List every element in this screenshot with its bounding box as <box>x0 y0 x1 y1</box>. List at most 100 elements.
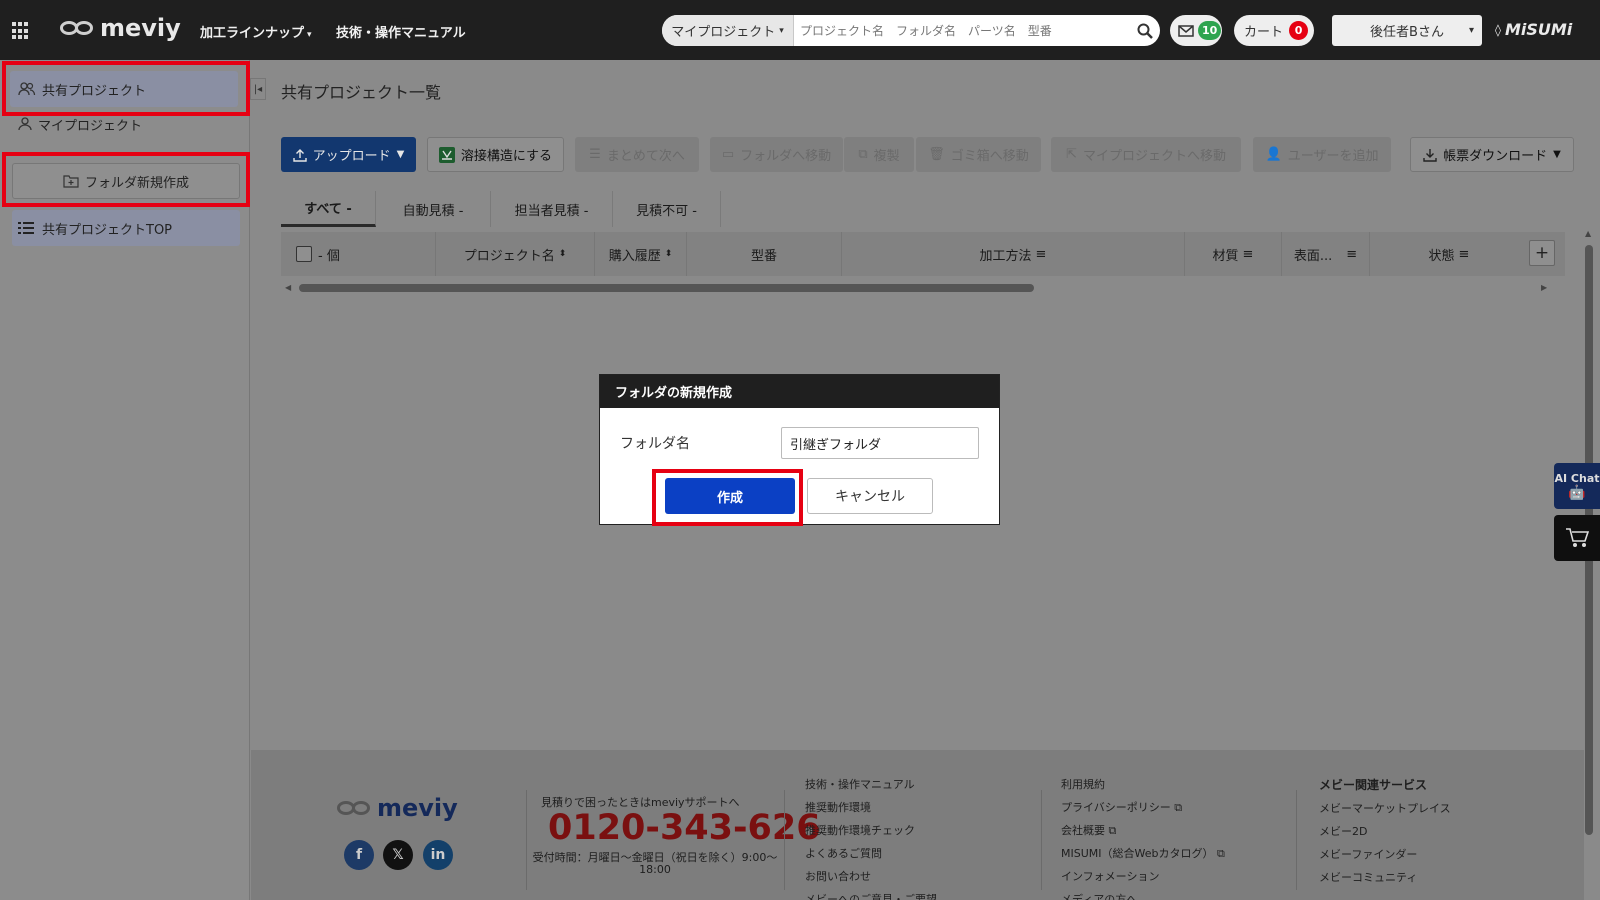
batch-next-button[interactable]: ☰ まとめて次へ <box>575 137 699 172</box>
misumi-logo[interactable]: ◊ MiSUMi <box>1495 20 1572 39</box>
tab-staff-quote[interactable]: 担当者見積 - <box>491 191 613 227</box>
filter-icon: ≡ <box>1242 246 1254 262</box>
footer-link[interactable]: 推奨動作環境 <box>805 799 937 815</box>
facebook-icon[interactable]: f <box>344 840 374 870</box>
scroll-up-icon[interactable]: ▲ <box>1585 229 1591 238</box>
chevron-down-icon: ▾ <box>307 30 312 40</box>
tab-auto-quote[interactable]: 自動見積 - <box>376 191 491 227</box>
user-menu[interactable]: 後任者Bさん ▾ <box>1332 15 1482 46</box>
footer-link[interactable]: 推奨動作環境チェック <box>805 822 937 838</box>
footer-link[interactable]: プライバシーポリシー ⧉ <box>1061 799 1225 815</box>
user-icon <box>18 117 32 131</box>
ai-chat-button[interactable]: AI Chat 🤖 <box>1554 463 1600 509</box>
tab-no-quote[interactable]: 見積不可 - <box>613 191 721 227</box>
footer-link[interactable]: インフォメーション <box>1061 868 1225 884</box>
footer-link[interactable]: MISUMI（総合Webカタログ） ⧉ <box>1061 845 1225 861</box>
footer-heading: メビー関連サービス <box>1319 778 1428 792</box>
footer-link[interactable]: 技術・操作マニュアル <box>805 776 937 792</box>
search-scope-select[interactable]: マイプロジェクト ▾ <box>662 15 794 46</box>
download-icon <box>1423 148 1437 162</box>
column-model-number[interactable]: 型番 <box>687 232 842 276</box>
filter-tabs: すべて - 自動見積 - 担当者見積 - 見積不可 - <box>281 191 721 227</box>
weld-structure-button[interactable]: 溶接構造にする <box>427 137 564 172</box>
footer-meviy-logo[interactable]: meviy <box>337 794 458 822</box>
meviy-logo[interactable]: meviy <box>60 14 181 42</box>
tab-all[interactable]: すべて - <box>281 191 376 227</box>
footer-link[interactable]: 利用規約 <box>1061 776 1225 792</box>
horizontal-scrollbar[interactable]: ◀ ▶ <box>285 282 1547 292</box>
apps-grid-icon[interactable] <box>12 22 30 40</box>
collapse-sidebar-icon[interactable]: |◂ <box>250 78 266 100</box>
new-folder-button[interactable]: フォルダ新規作成 <box>12 163 240 199</box>
footer-link[interactable]: メビー2D <box>1319 823 1451 839</box>
weld-icon <box>438 146 455 163</box>
column-processing[interactable]: 加工方法 ≡ <box>842 232 1185 276</box>
footer-link[interactable]: メビーファインダー <box>1319 846 1451 862</box>
dialog-title: フォルダの新規作成 <box>600 375 999 408</box>
cart-icon <box>1566 528 1589 547</box>
add-column-button[interactable]: + <box>1529 240 1555 266</box>
trash-button[interactable]: 🗑 ゴミ箱へ移動 <box>916 137 1041 172</box>
sidebar-item-my-projects[interactable]: マイプロジェクト <box>10 106 238 142</box>
chevron-down-icon: ▼ <box>396 149 405 160</box>
sidebar: 共有プロジェクト マイプロジェクト フォルダ新規作成 共有プロジェクトTOP <box>0 60 250 900</box>
filter-icon: ≡ <box>1458 246 1470 262</box>
sort-icon: ⬍ <box>664 249 673 259</box>
upload-icon <box>292 148 307 162</box>
x-twitter-icon[interactable]: 𝕏 <box>383 840 413 870</box>
copy-button[interactable]: ⧉ 複製 <box>844 137 914 172</box>
sliders-icon: ☰ <box>589 147 601 162</box>
add-user-button[interactable]: 👤 ユーザーを追加 <box>1253 137 1391 172</box>
horizontal-scroll-thumb[interactable] <box>299 284 1034 292</box>
footer-link[interactable]: よくあるご質問 <box>805 845 937 861</box>
folder-name-input[interactable] <box>781 427 979 459</box>
footer-link[interactable]: メビーコミュニティ <box>1319 869 1451 885</box>
table-header: - 個 プロジェクト名 ⬍ 購入履歴 ⬍ 型番 加工方法 ≡ 材質 ≡ 表面... ≡ 状… <box>281 232 1565 276</box>
footer-link[interactable]: メディアの方へ <box>1061 891 1225 900</box>
chevron-down-icon: ▾ <box>1468 25 1474 36</box>
folder-plus-icon <box>63 175 79 188</box>
floating-cart-button[interactable] <box>1554 515 1600 561</box>
move-to-folder-button[interactable]: ▭ フォルダへ移動 <box>710 137 843 172</box>
copy-icon: ⧉ <box>858 147 868 162</box>
column-project-name[interactable]: プロジェクト名 ⬍ <box>436 232 595 276</box>
select-all-checkbox[interactable] <box>296 246 312 262</box>
folder-name-label: フォルダ名 <box>620 436 690 452</box>
footer-link[interactable]: メビーマーケットプレイス <box>1319 800 1451 816</box>
trash-icon: 🗑 <box>928 147 945 162</box>
new-folder-dialog: フォルダの新規作成 フォルダ名 作成 キャンセル <box>599 374 1000 525</box>
footer-divider <box>526 790 527 890</box>
messages-badge: 10 <box>1198 21 1222 40</box>
search-bar: マイプロジェクト ▾ <box>662 15 1160 46</box>
footer-link[interactable]: お問い合わせ <box>805 868 937 884</box>
messages-button[interactable]: 10 <box>1170 15 1222 46</box>
nav-lineup[interactable]: 加工ラインナップ ▾ <box>200 22 312 41</box>
scroll-right-icon[interactable]: ▶ <box>1541 283 1547 292</box>
move-to-my-projects-button[interactable]: ⇱ マイプロジェクトへ移動 <box>1051 137 1241 172</box>
top-header: meviy 加工ラインナップ▾ 技術・操作マニュアル マイプロジェクト▾ 10 … <box>0 0 1600 60</box>
column-surface[interactable]: 表面... ≡ <box>1282 232 1370 276</box>
scroll-left-icon[interactable]: ◀ <box>285 283 291 292</box>
footer-links-col3: メビー関連サービス メビーマーケットプレイス メビー2D メビーファインダー メ… <box>1319 776 1451 885</box>
footer-link[interactable]: メビーへのご意見・ご要望 <box>805 891 937 900</box>
cart-badge: 0 <box>1289 21 1309 40</box>
upload-button[interactable]: アップロード ▼ <box>281 137 416 172</box>
sidebar-item-shared-projects[interactable]: 共有プロジェクト <box>10 71 238 107</box>
create-button[interactable]: 作成 <box>665 478 795 514</box>
cart-button[interactable]: カート 0 <box>1234 15 1314 46</box>
search-input[interactable] <box>794 15 1130 46</box>
linkedin-icon[interactable]: in <box>423 840 453 870</box>
cancel-button[interactable]: キャンセル <box>807 478 933 514</box>
support-phone[interactable]: 0120-343-626 <box>548 808 821 848</box>
user-plus-icon: 👤 <box>1265 147 1282 162</box>
download-report-button[interactable]: 帳票ダウンロード ▼ <box>1410 137 1574 172</box>
sidebar-item-shared-top[interactable]: 共有プロジェクトTOP <box>12 210 240 246</box>
search-icon[interactable] <box>1130 15 1160 46</box>
column-material[interactable]: 材質 ≡ <box>1185 232 1282 276</box>
robot-icon: 🤖 <box>1568 484 1586 501</box>
footer-link[interactable]: 会社概要 ⧉ <box>1061 822 1225 838</box>
nav-manual[interactable]: 技術・操作マニュアル <box>336 22 466 41</box>
column-purchase-history[interactable]: 購入履歴 ⬍ <box>595 232 687 276</box>
column-status[interactable]: 状態 ≡ <box>1370 232 1528 276</box>
chevron-down-icon: ▼ <box>1553 149 1561 160</box>
